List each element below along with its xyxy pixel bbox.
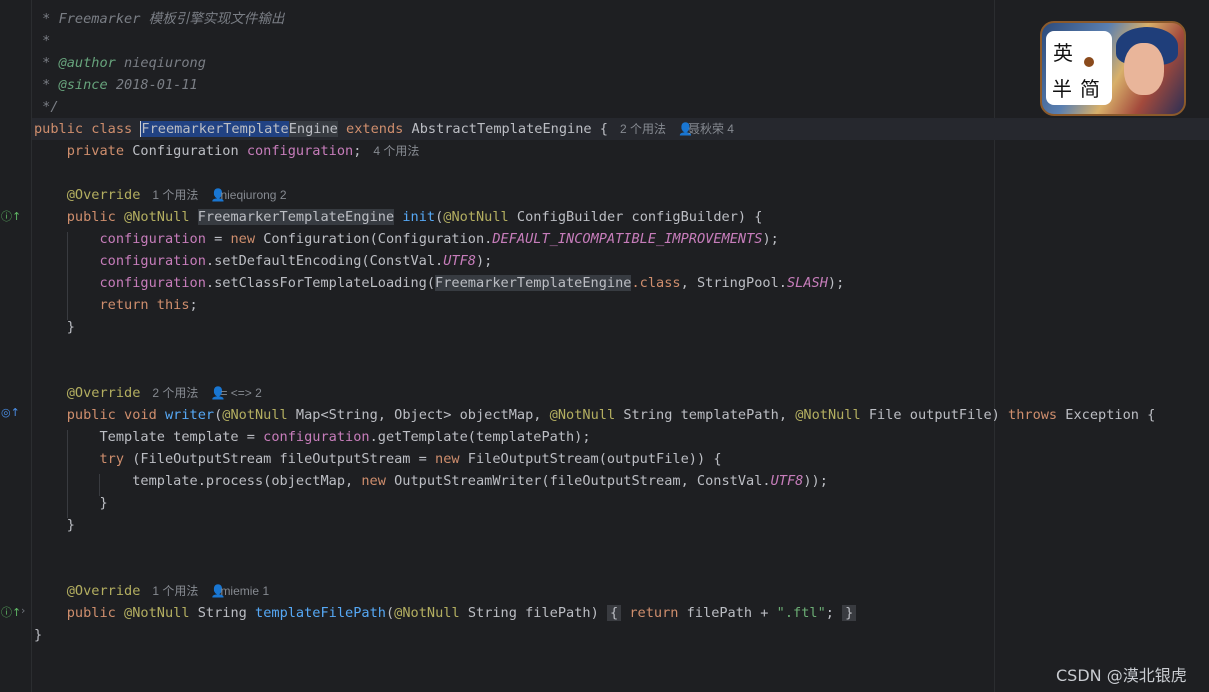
author-hint[interactable]: 👤miemie 1 <box>210 584 269 598</box>
person-icon: 👤 <box>677 122 693 136</box>
author-hint[interactable]: 👤聂秋荣 4 <box>678 122 734 136</box>
code-line: * @since 2018-01-11 <box>34 77 198 93</box>
code-line: configuration.setDefaultEncoding(ConstVa… <box>99 253 493 269</box>
code-line: } <box>99 495 108 511</box>
field-declaration: private Configuration configuration; 4 个用… <box>66 143 420 159</box>
fold-chevron-icon[interactable]: › <box>21 604 25 617</box>
code-line: * <box>34 33 51 49</box>
usages-hint[interactable]: 4 个用法 <box>373 144 419 158</box>
code-line: return this; <box>99 297 198 313</box>
method-signature: public @NotNull String templateFilePath(… <box>34 602 857 624</box>
method-signature: public @NotNull FreemarkerTemplateEngine… <box>66 209 763 225</box>
author-hint[interactable]: 👤nieqiurong 2 <box>210 188 286 202</box>
person-icon: 👤 <box>210 188 226 202</box>
csdn-watermark: CSDN @漠北银虎 <box>1056 666 1187 685</box>
code-line: configuration.setClassForTemplateLoading… <box>99 275 845 291</box>
code-line: } <box>66 517 75 533</box>
usages-hint[interactable]: 1 个用法 <box>152 188 198 202</box>
person-icon: 👤 <box>210 386 226 400</box>
usages-hint[interactable]: 2 个用法 <box>152 386 198 400</box>
code-line: try (FileOutputStream fileOutputStream =… <box>99 451 722 467</box>
user-avatar-overlay: 英 半 简 <box>1040 21 1186 116</box>
class-declaration: public class FreemarkerTemplateEngine ex… <box>34 118 734 140</box>
method-signature: public void writer(@NotNull Map<String, … <box>66 407 1156 423</box>
right-margin-guide <box>994 0 995 692</box>
code-line: Template template = configuration.getTem… <box>99 429 591 445</box>
author-hint[interactable]: 👤= <=> 2 <box>210 386 261 400</box>
folded-region[interactable]: { <box>606 605 622 621</box>
usages-hint[interactable]: 2 个用法 <box>620 122 666 136</box>
code-line: @Override 1 个用法 👤miemie 1 <box>34 580 269 602</box>
code-line: * @author nieqiurong <box>34 55 206 71</box>
code-line: @Override 2 个用法 👤= <=> 2 <box>34 382 262 404</box>
code-line: */ <box>34 99 59 115</box>
overrides-icon[interactable]: ◎↑ <box>1 406 20 419</box>
usages-hint[interactable]: 1 个用法 <box>152 584 198 598</box>
implements-icon[interactable]: ⓘ↑ <box>1 208 21 224</box>
code-line: } <box>34 627 43 643</box>
ime-status-badge: 英 半 简 <box>1046 31 1112 105</box>
code-line: } <box>66 319 75 335</box>
selected-class-name[interactable]: FreemarkerTemplate <box>141 121 289 137</box>
code-line: @Override 1 个用法 👤nieqiurong 2 <box>34 184 287 206</box>
code-line: template.process(objectMap, new OutputSt… <box>132 473 828 489</box>
code-line: configuration = new Configuration(Config… <box>99 231 779 247</box>
implements-icon[interactable]: ⓘ↑ <box>1 604 21 620</box>
folded-region[interactable]: } <box>842 605 857 621</box>
person-icon: 👤 <box>210 584 226 598</box>
code-line: * Freemarker 模板引擎实现文件输出 <box>34 11 285 27</box>
ime-mascot-icon <box>1084 57 1094 67</box>
editor-gutter: ⓘ↑ ◎↑ ⓘ↑ › <box>0 0 32 692</box>
